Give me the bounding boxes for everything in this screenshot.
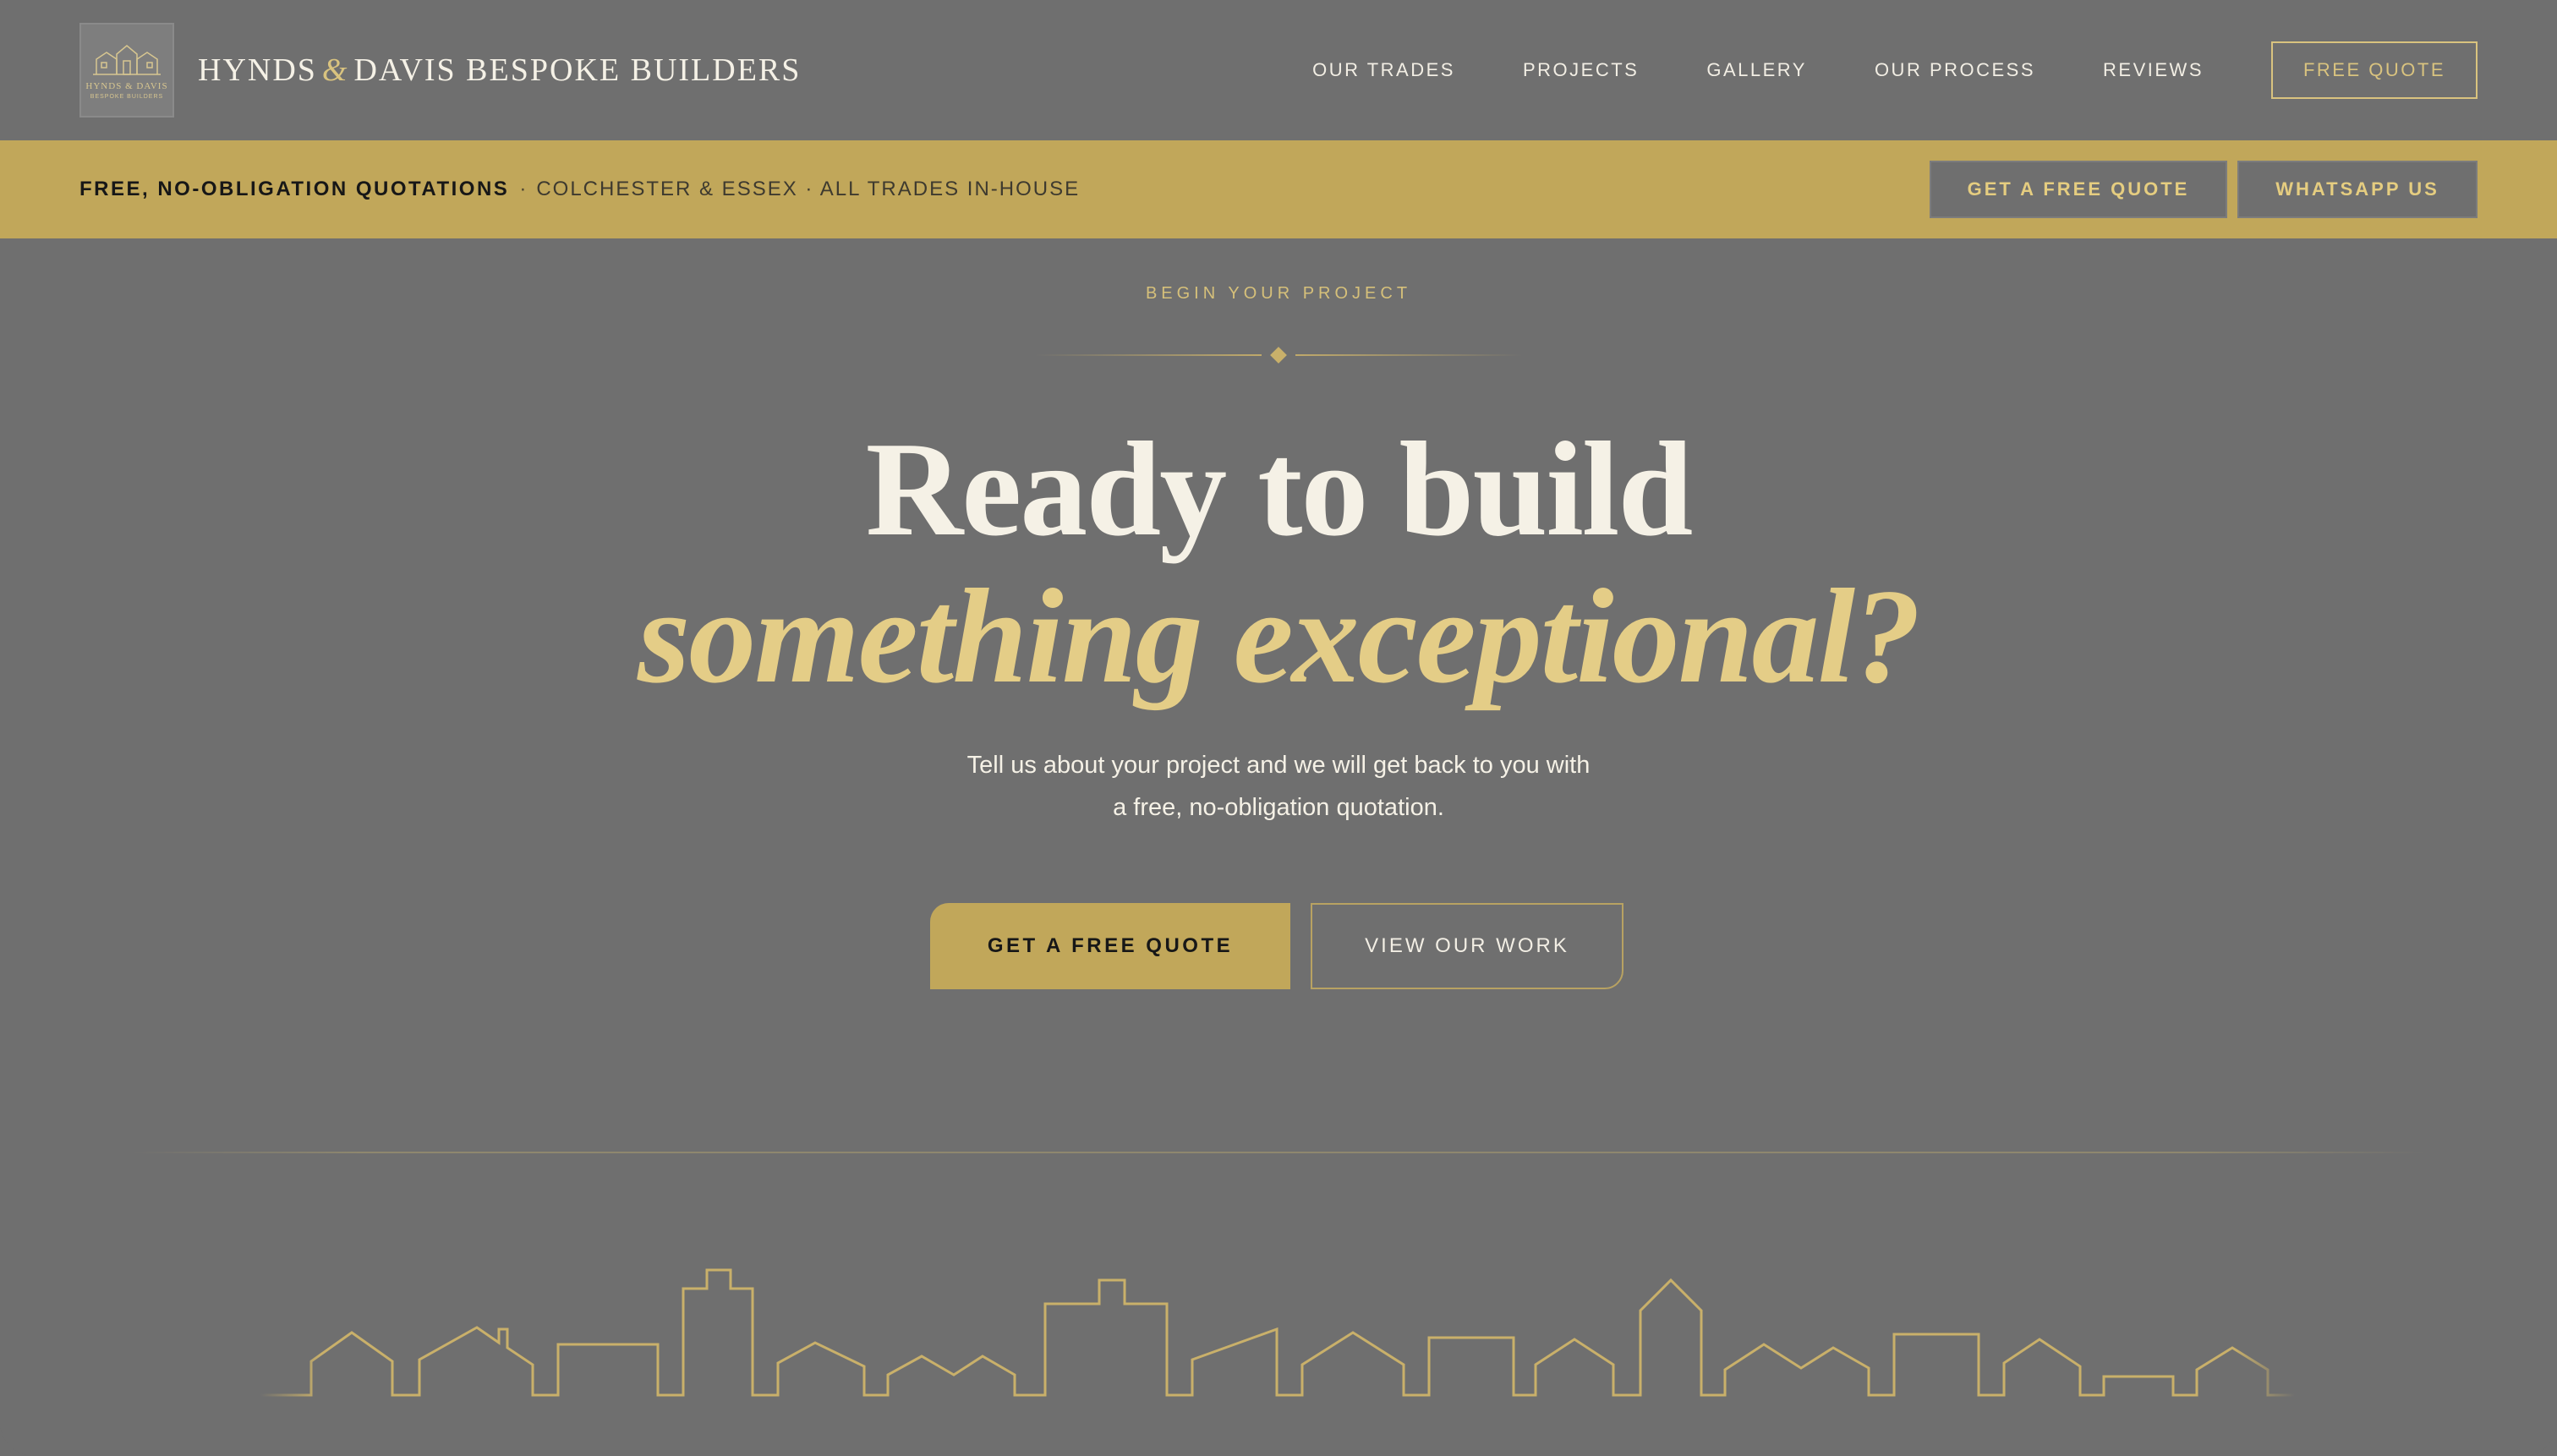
hero-cta-row: GET A FREE QUOTE VIEW OUR WORK [930,903,1623,989]
free-quote-button[interactable]: FREE QUOTE [2271,41,2478,99]
hero-subtitle-line2: a free, no-obligation quotation. [1113,794,1444,821]
site-header: HYNDS & DAVIS BESPOKE BUILDERS HYNDS & DAV… [0,0,2557,140]
nav-projects[interactable]: PROJECTS [1523,59,1639,81]
whatsapp-button[interactable]: WHATSAPP US [2237,161,2478,218]
section-divider [132,1152,2425,1153]
nav-reviews[interactable]: REVIEWS [2103,59,2204,81]
banner-quote-button[interactable]: GET A FREE QUOTE [1930,161,2227,218]
banner-separator: · [519,178,527,200]
banner-headline: FREE, NO-OBLIGATION QUOTATIONS [79,178,510,200]
banner-text: COLCHESTER & ESSEX · ALL TRADES IN-HOUSE [536,178,1081,200]
skyline-illustration [260,1268,2295,1397]
hero-eyebrow: BEGIN YOUR PROJECT [1145,284,1412,303]
brand-name-right: DAVIS BESPOKE BUILDERS [353,52,802,88]
main-nav: OUR TRADES PROJECTS GALLERY OUR PROCESS … [1312,41,2478,99]
hero-subtitle: Tell us about your project and we will g… [0,744,2557,829]
brand-name[interactable]: HYNDS & DAVIS BESPOKE BUILDERS [198,52,801,89]
nav-gallery[interactable]: GALLERY [1706,59,1807,81]
logo[interactable]: HYNDS & DAVIS BESPOKE BUILDERS [79,23,174,118]
nav-our-trades[interactable]: OUR TRADES [1312,59,1455,81]
page: HYNDS & DAVIS BESPOKE BUILDERS HYNDS & DAV… [0,0,2557,1456]
banner-actions: GET A FREE QUOTE WHATSAPP US [1930,161,2478,218]
get-free-quote-button[interactable]: GET A FREE QUOTE [930,903,1290,989]
logo-text: HYNDS & DAVIS [85,81,168,91]
diamond-divider-icon [1035,347,1522,364]
brand-ampersand: & [321,52,349,88]
house-crest-icon [93,45,161,75]
hero-headline-line1: Ready to build [865,413,1694,564]
nav-our-process[interactable]: OUR PROCESS [1875,59,2035,81]
view-our-work-button[interactable]: VIEW OUR WORK [1311,903,1623,989]
hero-headline-line2: something exceptional? [638,561,1921,711]
hero-subtitle-line1: Tell us about your project and we will g… [966,752,1591,779]
logo-subtext: BESPOKE BUILDERS [90,94,164,100]
announcement-banner: FREE, NO-OBLIGATION QUOTATIONS · COLCHES… [0,140,2557,238]
brand-name-left: HYNDS [198,52,317,88]
